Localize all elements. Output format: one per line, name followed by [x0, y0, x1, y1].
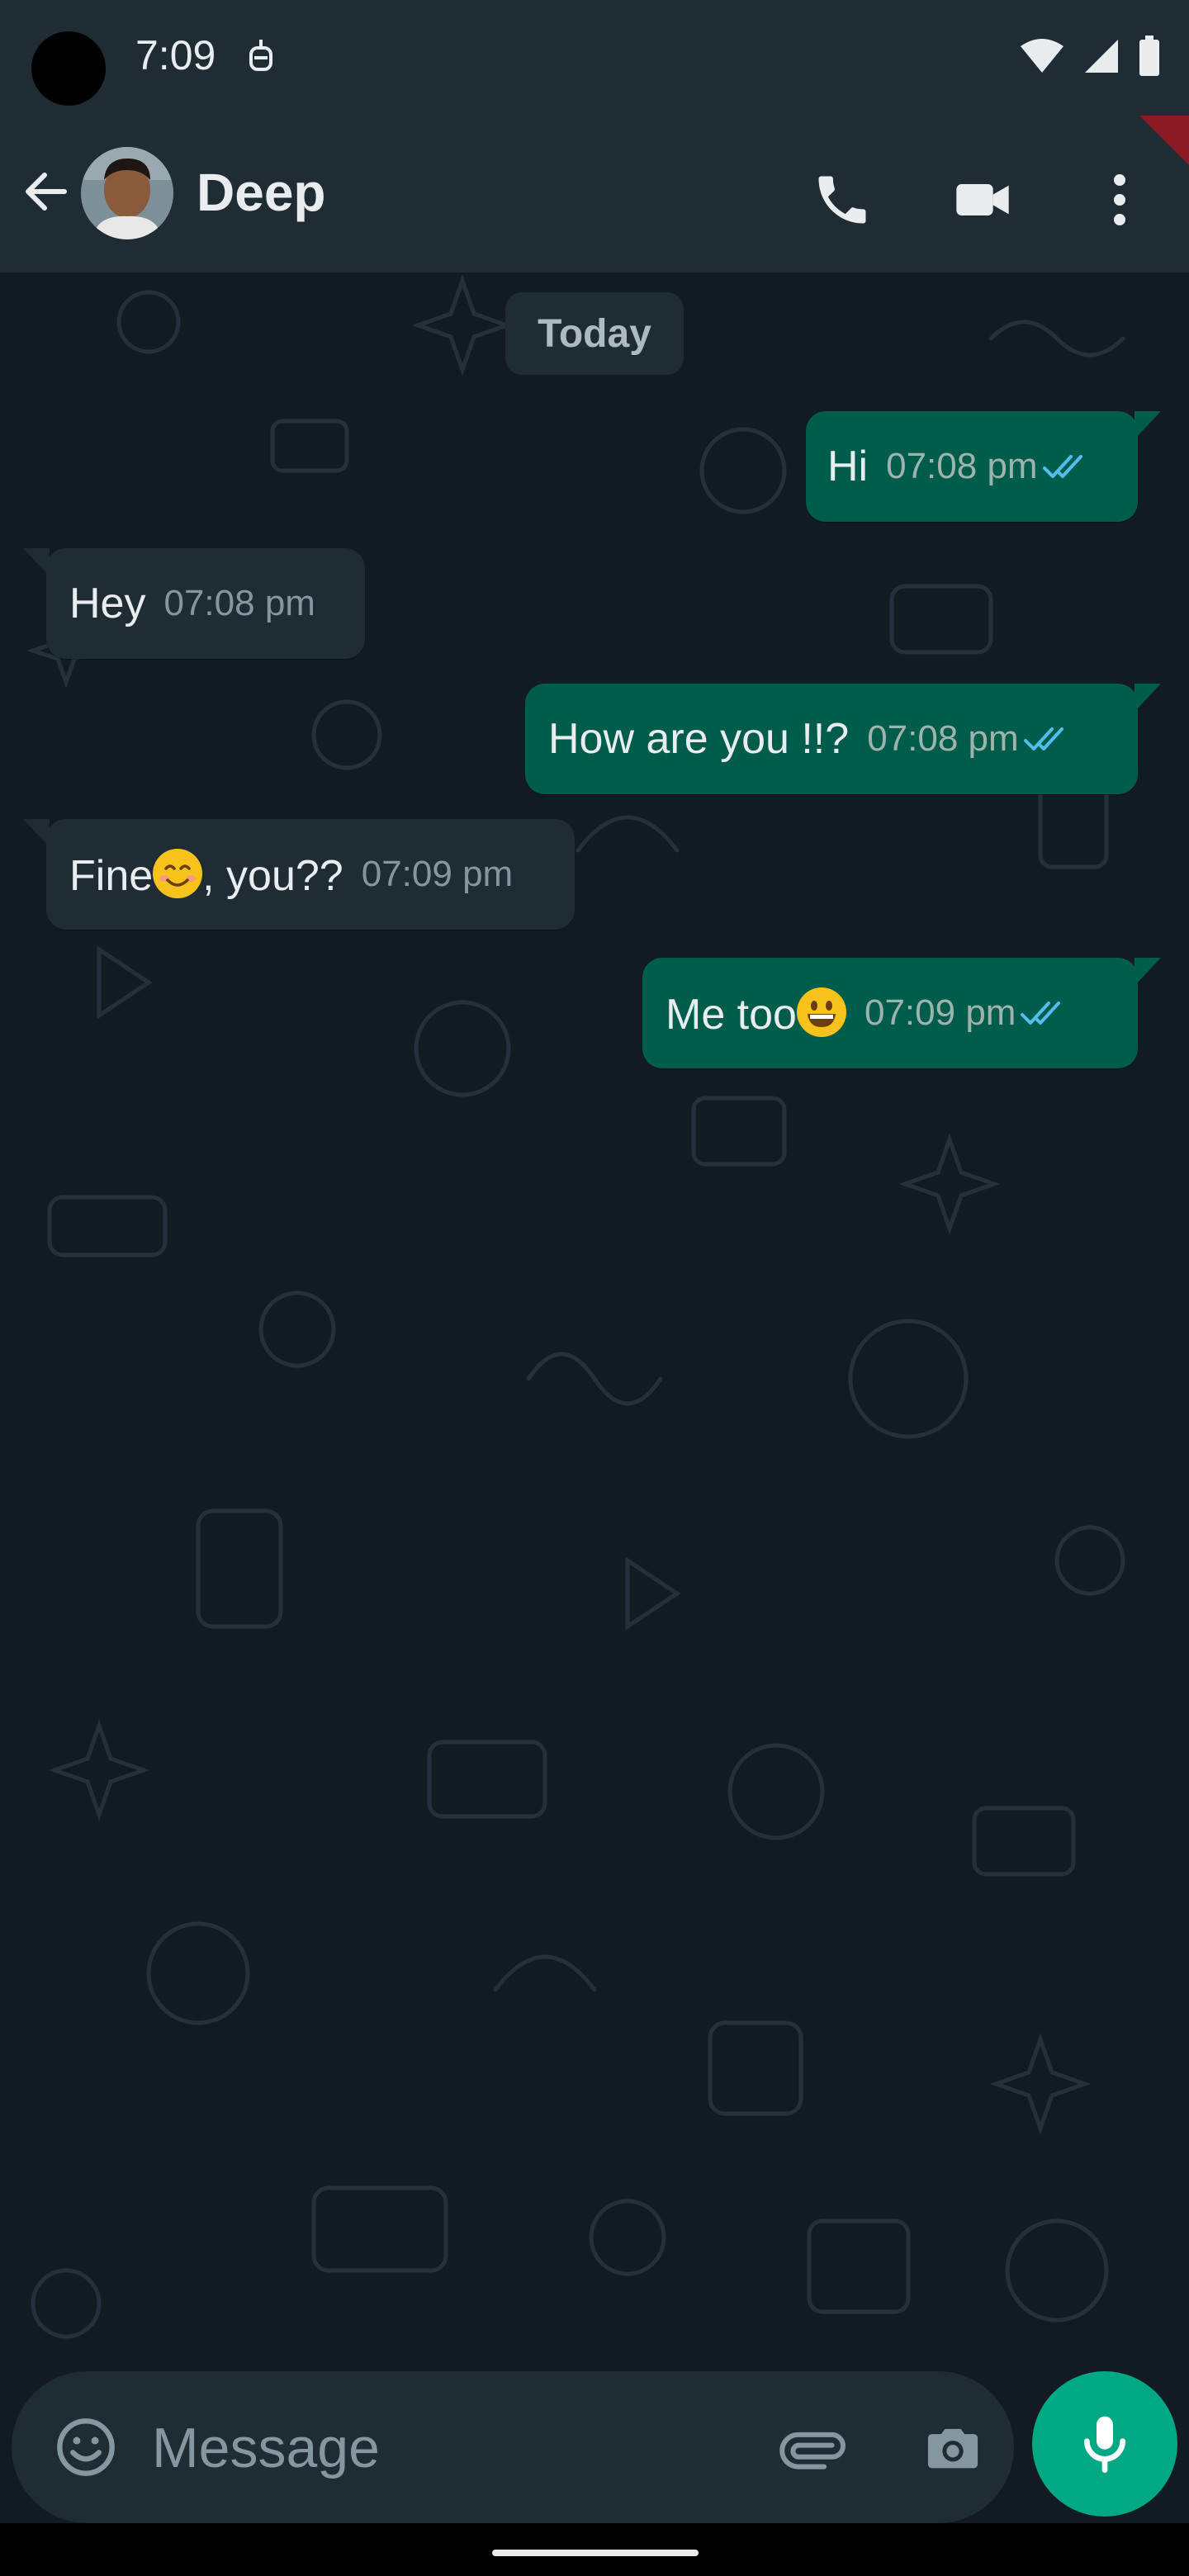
back-arrow-icon — [26, 173, 67, 211]
wifi-icon — [1021, 39, 1063, 73]
avatar-image — [81, 147, 173, 239]
bubble-tail — [23, 819, 50, 847]
message-bubble-outgoing[interactable]: How are you !!? 07:08 pm — [525, 684, 1161, 794]
message-time: 07:09 pm — [864, 992, 1016, 1033]
message-bubble-incoming[interactable]: Hey 07:08 pm — [23, 548, 365, 659]
more-vertical-icon — [1114, 174, 1125, 225]
message-input[interactable] — [150, 2396, 748, 2500]
message-text: Hi — [827, 443, 869, 490]
contact-avatar[interactable] — [81, 147, 173, 239]
smiling-face-emoji-icon — [153, 848, 203, 898]
double-check-icon — [1021, 1002, 1061, 1025]
double-check-icon — [1042, 455, 1082, 478]
message-time: 07:08 pm — [867, 718, 1019, 759]
message-list[interactable]: Today Hi 07:08 pm Hey 07:08 pm How are y… — [0, 272, 1189, 2370]
voice-message-button[interactable] — [1032, 2371, 1177, 2517]
message-time: 07:09 pm — [361, 854, 514, 894]
message-text: Hey — [69, 580, 146, 627]
battery-icon — [1139, 36, 1159, 76]
bubble-tail — [1135, 958, 1161, 986]
message-text: Fine , you?? — [69, 848, 343, 901]
message-text-part: Fine — [69, 851, 154, 900]
double-check-icon — [1023, 727, 1063, 751]
signal-icon — [1085, 40, 1118, 73]
bubble-tail — [1135, 684, 1161, 712]
debug-banner — [1139, 116, 1189, 165]
bubble-tail — [23, 548, 50, 576]
emoji-button[interactable] — [48, 2409, 124, 2485]
emoji-icon — [57, 2418, 115, 2476]
back-button[interactable] — [13, 159, 79, 225]
message-text-part: Me too — [666, 990, 797, 1039]
message-text: Me too — [666, 987, 846, 1039]
paperclip-icon — [779, 2432, 846, 2469]
video-camera-icon — [956, 184, 1009, 215]
camera-button[interactable] — [915, 2409, 991, 2485]
more-options-button[interactable] — [1087, 159, 1153, 241]
grinning-face-emoji-icon — [796, 987, 846, 1037]
message-bubble-incoming[interactable]: Fine , you?? 07:09 pm — [23, 819, 575, 930]
bubble-tail — [1135, 411, 1161, 439]
message-text-part: , you?? — [202, 851, 343, 900]
message-time: 07:08 pm — [163, 583, 315, 623]
message-text: How are you !!? — [548, 715, 850, 763]
home-indicator[interactable] — [492, 2550, 699, 2556]
message-composer — [12, 2371, 1014, 2523]
status-time: 7:09 — [135, 32, 216, 78]
camera-icon — [927, 2428, 978, 2469]
camera-cutout — [31, 31, 106, 106]
attach-button[interactable] — [775, 2409, 850, 2485]
message-bubble-outgoing[interactable]: Me too 07:09 pm — [642, 958, 1161, 1068]
message-bubble-outgoing[interactable]: Hi 07:08 pm — [806, 411, 1161, 522]
notification-icon — [249, 40, 272, 71]
phone-icon — [818, 176, 866, 224]
date-divider: Today — [505, 292, 684, 375]
status-bar: 7:09 — [0, 0, 1189, 116]
chat-header: Deep — [0, 116, 1189, 272]
voice-call-button[interactable] — [801, 159, 883, 241]
message-time: 07:08 pm — [886, 446, 1038, 486]
microphone-icon — [1084, 2416, 1125, 2473]
contact-name[interactable]: Deep — [197, 162, 326, 223]
video-call-button[interactable] — [941, 159, 1024, 241]
